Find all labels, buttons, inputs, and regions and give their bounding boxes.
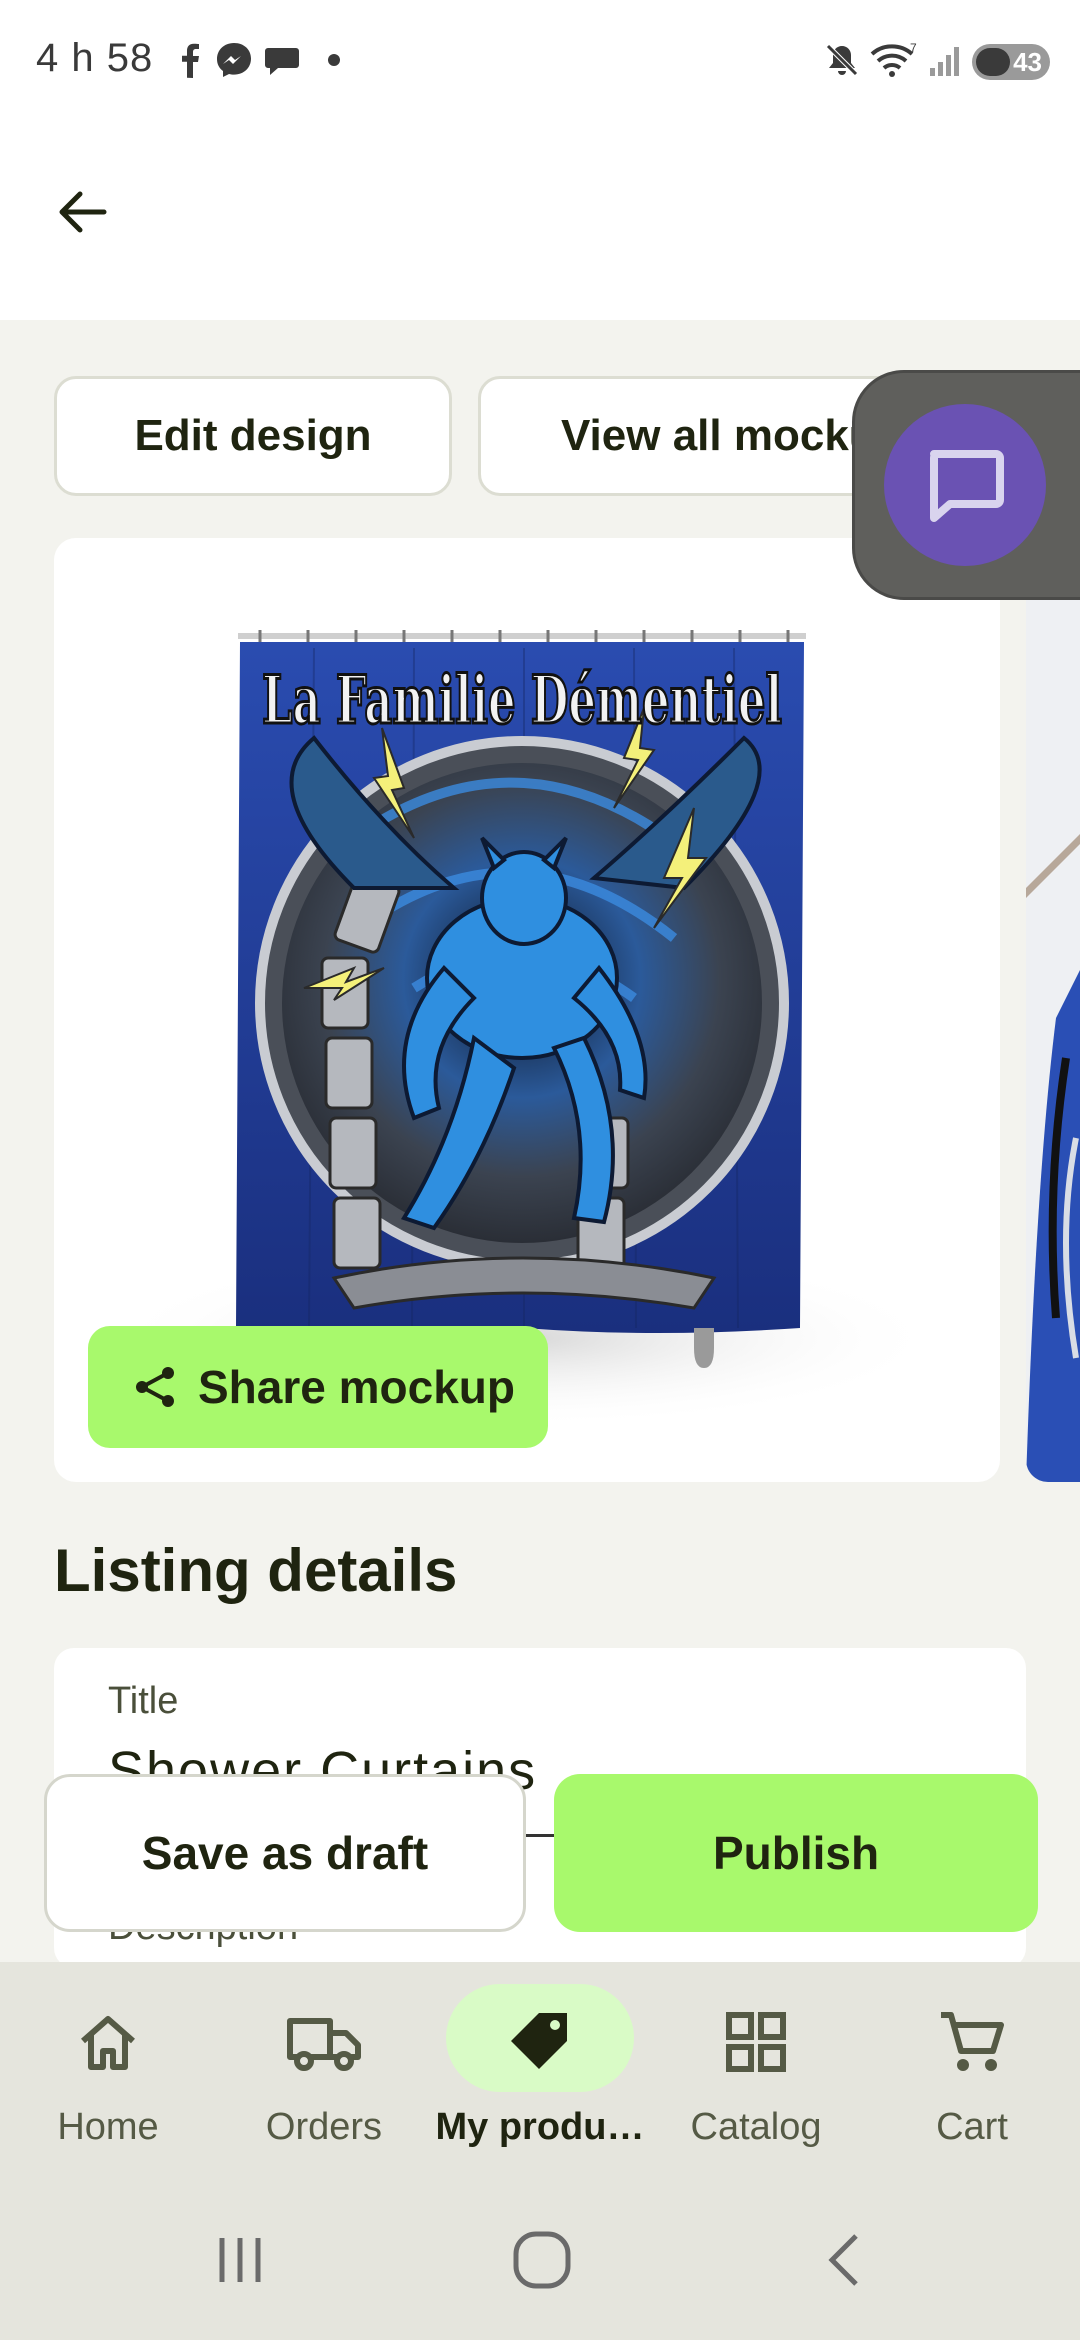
battery-saver-leaf-icon (976, 48, 1010, 76)
app-bar (0, 124, 1080, 320)
signal-icon (930, 47, 959, 76)
back-system-button[interactable] (786, 2200, 906, 2320)
listing-details-heading: Listing details (54, 1537, 458, 1604)
next-mockup-card-peek[interactable] (1026, 538, 1080, 1482)
nav-item-home[interactable]: Home (0, 1962, 216, 2162)
recent-apps-button[interactable] (180, 2200, 300, 2320)
message-icon (930, 450, 1004, 522)
design-title-text: La Familie Démentiel (262, 661, 782, 739)
status-time: 4 h 58 (36, 36, 154, 80)
nav-item-my-products[interactable]: My produ… (432, 1962, 648, 2162)
share-mockup-label: Share mockup (198, 1361, 515, 1413)
chevron-left-icon (828, 2234, 858, 2286)
facebook-icon (182, 43, 199, 78)
home-circle-icon (513, 2231, 571, 2289)
nav-item-catalog[interactable]: Catalog (648, 1962, 864, 2162)
tag-icon (500, 2002, 580, 2082)
battery-icon: 43 (972, 44, 1050, 80)
nav-item-orders[interactable]: Orders (216, 1962, 432, 2162)
title-field-label: Title (108, 1680, 179, 1722)
chat-bubble-icon (265, 48, 299, 75)
next-mockup-image (1026, 538, 1080, 1482)
home-system-button[interactable] (482, 2200, 602, 2320)
publish-button[interactable]: Publish (554, 1774, 1038, 1932)
nav-label: Cart (936, 2106, 1008, 2148)
messenger-icon (217, 43, 251, 77)
arrow-back-icon (59, 191, 107, 233)
wifi-icon: 7 (870, 41, 917, 77)
chat-button[interactable] (884, 404, 1046, 566)
recent-apps-icon (219, 2238, 261, 2282)
truck-icon (284, 2002, 364, 2082)
nav-label: Orders (265, 2106, 383, 2148)
nav-label: My produ… (435, 2106, 645, 2148)
nav-label: Home (57, 2106, 159, 2148)
share-icon (136, 1367, 174, 1407)
svg-text:7: 7 (910, 41, 917, 55)
notification-dot-icon (328, 54, 340, 66)
nav-item-cart[interactable]: Cart (864, 1962, 1080, 2162)
share-mockup-button[interactable]: Share mockup (88, 1326, 548, 1448)
edit-design-button[interactable]: Edit design (54, 376, 452, 496)
nav-label: Catalog (690, 2106, 822, 2148)
home-icon (68, 2002, 148, 2082)
cart-icon (932, 2002, 1012, 2082)
grid-icon (716, 2002, 796, 2082)
save-as-draft-button[interactable]: Save as draft (44, 1774, 526, 1932)
back-button[interactable] (38, 168, 126, 256)
battery-level: 43 (1013, 46, 1042, 77)
mute-icon (826, 44, 858, 76)
